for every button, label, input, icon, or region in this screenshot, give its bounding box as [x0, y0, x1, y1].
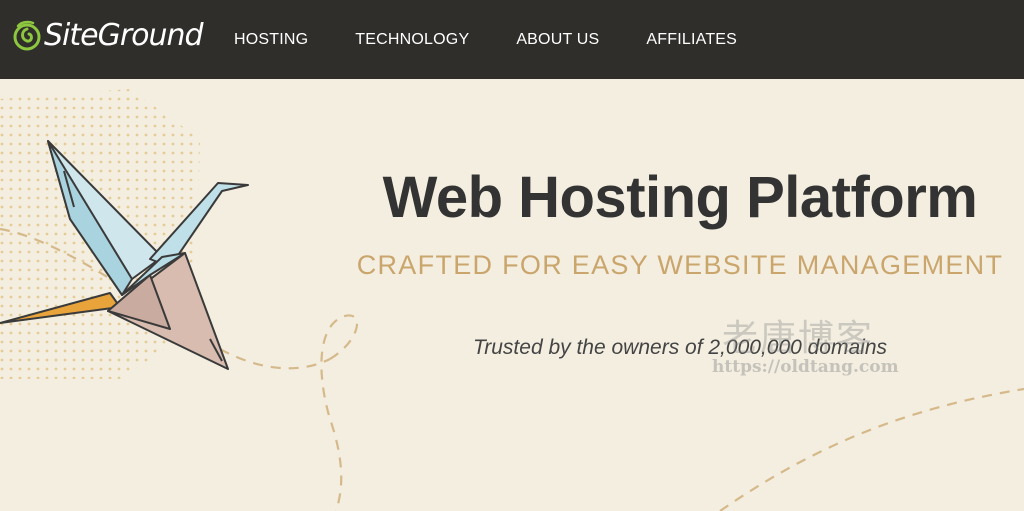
origami-crane-illustration — [0, 89, 1024, 511]
nav-item-about-us[interactable]: ABOUT US — [516, 31, 599, 49]
top-navigation-bar: SiteGround HOSTING TECHNOLOGY ABOUT US A… — [0, 0, 1024, 79]
dashed-trail-loop — [320, 314, 359, 511]
nav-item-technology[interactable]: TECHNOLOGY — [355, 31, 469, 49]
hero-section: Web Hosting Platform CRAFTED FOR EASY WE… — [0, 79, 1024, 511]
logo-text: SiteGround — [44, 18, 204, 53]
main-nav: HOSTING TECHNOLOGY ABOUT US AFFILIATES — [234, 0, 784, 79]
siteground-logo[interactable]: SiteGround — [12, 14, 204, 58]
watermark-chinese: 老唐博客 — [722, 318, 875, 359]
nav-item-affiliates[interactable]: AFFILIATES — [646, 31, 737, 49]
watermark-url: https://oldtang.com — [712, 357, 899, 377]
siteground-swirl-icon — [13, 20, 41, 51]
hero-title: Web Hosting Platform — [382, 165, 978, 230]
dashed-trail-right — [719, 387, 1024, 511]
hero-subtitle: CRAFTED FOR EASY WEBSITE MANAGEMENT — [356, 250, 1004, 280]
nav-item-hosting[interactable]: HOSTING — [234, 31, 308, 49]
